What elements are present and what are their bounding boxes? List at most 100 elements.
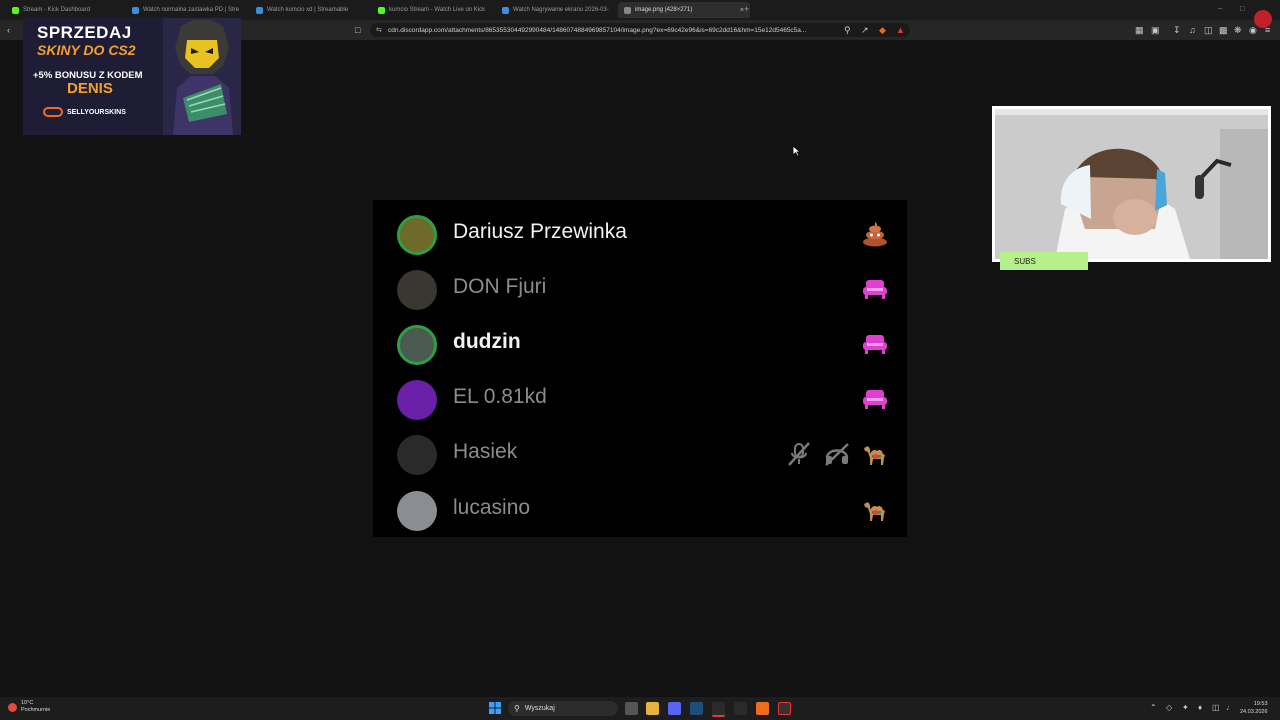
obs-icon[interactable]	[712, 702, 725, 717]
address-text: cdn.discordapp.com/attachments/865355304…	[388, 26, 807, 34]
task-view-icon[interactable]	[625, 702, 638, 715]
voice-user-status-icons	[785, 441, 889, 467]
windows-taskbar: 10°C Pochmurnie ⚲ Wyszukaj ⌃ ◇ ✦ ♦ ◫ ♩ 1…	[0, 697, 1280, 720]
voice-user-row[interactable]: EL 0.81kd	[373, 372, 907, 427]
file-explorer-icon[interactable]	[646, 702, 659, 715]
windows-start-icon[interactable]	[489, 702, 501, 714]
ad-subheadline: SKINY DO CS2	[37, 42, 136, 58]
tab-title: Watch kumcio xd | Streamable	[267, 7, 349, 13]
display-icon[interactable]: ◫	[1212, 703, 1220, 712]
browser-tab[interactable]: image.png (428×271) ×	[618, 2, 750, 18]
volume-icon[interactable]: ♩	[1226, 703, 1234, 712]
tab-title: Watch Nagrywanie ekranu 2026-03-	[513, 7, 609, 13]
tray-overflow-icon[interactable]: ⌃	[1150, 703, 1157, 712]
streamer-webcam-feed	[995, 109, 1268, 259]
xbox-icon[interactable]	[734, 702, 747, 715]
voice-user-status-icons	[861, 331, 889, 357]
voice-user-row[interactable]: Dariusz Przewinka	[373, 207, 907, 262]
voice-user-name: lucasino	[453, 496, 531, 519]
share-icon[interactable]: ↗	[861, 24, 869, 36]
voice-user-status-icons	[861, 276, 889, 302]
voice-user-row[interactable]: DON Fjuri	[373, 262, 907, 317]
browser-tab[interactable]: kumcio Stream - Watch Live on Kick	[372, 2, 500, 18]
wallet-icon[interactable]: ▣	[1151, 24, 1160, 36]
vpn-icon[interactable]: ◉	[1249, 24, 1257, 36]
tab-favicon-icon	[12, 6, 19, 14]
camel-icon	[861, 497, 889, 523]
subs-goal-label: SUBS	[1000, 252, 1088, 270]
avatar	[397, 270, 437, 310]
avatar	[397, 325, 437, 365]
voice-user-row[interactable]: lucasino	[373, 483, 907, 538]
poop-icon	[861, 221, 889, 247]
bookmark-icon[interactable]: □	[355, 24, 360, 36]
ad-headline: SPRZEDAJ	[37, 23, 132, 42]
ad-brand: SELLYOURSKINS	[43, 107, 126, 117]
steam-icon[interactable]	[690, 702, 703, 715]
mic-muted-icon	[785, 441, 813, 467]
address-bar[interactable]: ⇆ cdn.discordapp.com/attachments/8653553…	[370, 23, 910, 37]
browser-tab[interactable]: Watch normalna zastawka PD | Stre	[126, 2, 254, 18]
search-icon: ⚲	[514, 704, 520, 713]
sellyourskins-logo-icon	[43, 107, 63, 117]
brave-shield-icon[interactable]: ◆	[879, 24, 886, 36]
puzzle-icon[interactable]: ❋	[1234, 24, 1242, 36]
weather-temp: 10°C	[21, 700, 34, 706]
discord-voice-list-image: Dariusz Przewinka DON Fjuri dudzin EL 0.81k…	[373, 200, 907, 537]
browser-tab[interactable]: Watch Nagrywanie ekranu 2026-03-	[496, 2, 622, 18]
app-icon[interactable]	[778, 702, 791, 715]
taskbar-search[interactable]: ⚲ Wyszukaj	[508, 701, 618, 716]
extensions-icon[interactable]: ▦	[1135, 24, 1144, 36]
microphone-icon[interactable]: ♦	[1198, 703, 1202, 712]
bluetooth-icon[interactable]: ✦	[1182, 703, 1189, 712]
voice-user-status-icons	[861, 221, 889, 247]
tab-favicon-icon	[502, 6, 509, 14]
ad-brand-name: SELLYOURSKINS	[67, 108, 126, 116]
avatar	[397, 380, 437, 420]
tab-favicon-icon	[132, 6, 139, 14]
voice-user-name: Hasiek	[453, 440, 518, 463]
couch-icon	[861, 331, 889, 357]
sponsor-ad-overlay: SPRZEDAJ SKINY DO CS2 +5% BONUSU Z KODEM…	[23, 18, 241, 135]
brave-browser-icon[interactable]	[756, 702, 769, 715]
couch-icon	[861, 276, 889, 302]
recording-indicator-icon	[1254, 10, 1272, 28]
brave-rewards-icon[interactable]: ▲	[896, 24, 905, 36]
voice-user-row[interactable]: Hasiek	[373, 427, 907, 482]
network-icon[interactable]: ◇	[1166, 703, 1172, 712]
zoom-icon[interactable]: ⚲	[844, 24, 851, 36]
voice-user-row[interactable]: dudzin	[373, 317, 907, 372]
back-icon[interactable]: ‹	[7, 24, 10, 36]
tabs-icon[interactable]: ▩	[1219, 24, 1228, 36]
avatar	[397, 215, 437, 255]
new-tab-button[interactable]: +	[744, 4, 749, 14]
weather-desc: Pochmurnie	[21, 707, 51, 713]
ad-promo-code: DENIS	[67, 80, 113, 97]
voice-user-name: dudzin	[453, 330, 521, 353]
tab-title: Stream - Kick Dashboard	[23, 7, 91, 13]
site-info-icon[interactable]: ⇆	[376, 26, 382, 34]
sidebar-icon[interactable]: ◫	[1204, 24, 1213, 36]
browser-tab[interactable]: Stream - Kick Dashboard	[6, 2, 132, 18]
voice-user-name: DON Fjuri	[453, 275, 547, 298]
minimize-button[interactable]: –	[1218, 4, 1222, 13]
media-icon[interactable]: ♫	[1189, 24, 1196, 36]
weather-widget[interactable]: 10°C Pochmurnie	[8, 700, 50, 714]
masked-character-illustration	[163, 18, 241, 135]
browser-tab[interactable]: Watch kumcio xd | Streamable	[250, 2, 376, 18]
tab-favicon-icon	[378, 6, 385, 14]
download-icon[interactable]: ↧	[1173, 24, 1181, 36]
browser-tab-strip: Stream - Kick Dashboard Watch normalna za…	[0, 0, 1280, 20]
voice-user-name: Dariusz Przewinka	[453, 220, 627, 243]
maximize-button[interactable]: □	[1240, 4, 1245, 13]
headphones-deafened-icon	[823, 441, 851, 467]
weather-icon	[8, 702, 17, 712]
tab-title: kumcio Stream - Watch Live on Kick	[389, 7, 486, 13]
tab-title: Watch normalna zastawka PD | Stre	[143, 7, 240, 13]
taskbar-clock[interactable]: 19:53 24.03.2026	[1240, 700, 1268, 716]
tab-favicon-icon	[256, 6, 263, 14]
mouse-cursor-icon	[792, 145, 801, 157]
voice-user-name: EL 0.81kd	[453, 385, 547, 408]
tab-title: image.png (428×271)	[635, 7, 693, 13]
discord-icon[interactable]	[668, 702, 681, 715]
